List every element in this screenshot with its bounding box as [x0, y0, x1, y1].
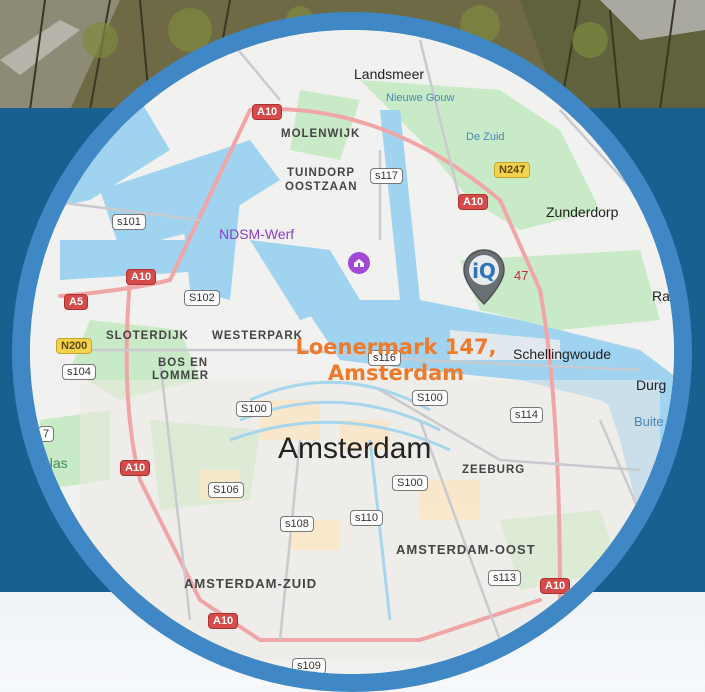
district-amsterdam-zuid: AMSTERDAM-ZUID [184, 576, 318, 591]
poi-ndsm-werf[interactable]: NDSM-Werf [219, 226, 294, 242]
marker-number: 47 [514, 268, 529, 283]
shield-a10: A10 [252, 104, 283, 120]
shield-s102: S102 [184, 290, 220, 306]
district-amsterdam-oost: AMSTERDAM-OOST [396, 542, 536, 557]
shield-s109: s109 [292, 658, 326, 674]
district-zeeburg: ZEEBURG [462, 464, 526, 476]
shield-s113: s113 [488, 570, 522, 586]
place-schellingwoude: Schellingwoude [513, 346, 612, 362]
place-amsterdam: Amsterdam [278, 432, 432, 465]
shield-a10: A10 [120, 460, 151, 476]
shield-s101: s101 [112, 214, 146, 230]
shield-s100: S100 [412, 390, 448, 406]
water-buite: Buite [634, 414, 664, 429]
shield-s114: s114 [510, 407, 544, 423]
monument-icon[interactable] [348, 252, 370, 274]
shield-s110: s110 [350, 510, 384, 526]
svg-text:iQ: iQ [472, 259, 496, 283]
place-durg: Durg [636, 377, 667, 393]
location-pin-icon[interactable]: iQ [462, 248, 506, 306]
shield-s100: S100 [392, 475, 428, 491]
water-nieuwe-gouw: Nieuwe Gouw [386, 92, 455, 104]
shield-a5: A5 [64, 294, 89, 310]
shield-a10: A10 [458, 194, 489, 210]
place-zunderdorp: Zunderdorp [546, 204, 619, 220]
district-sloterdijk: SLOTERDIJK [106, 330, 189, 342]
shield-n247: N247 [494, 162, 531, 178]
shield-7: 7 [38, 426, 55, 442]
district-bos-en: BOS EN [158, 357, 209, 369]
district-tuindorp: TUINDORP [287, 167, 356, 179]
shield-s104: s104 [62, 364, 96, 380]
water-de-zuid: De Zuid [466, 131, 505, 143]
district-molenwijk: MOLENWIJK [281, 128, 361, 140]
district-lommer: LOMMER [152, 370, 210, 382]
water-plas: plas [42, 455, 68, 471]
place-ra: Ra [652, 288, 670, 304]
map-viewport[interactable]: Landsmeer Nieuwe Gouw De Zuid MOLENWIJK … [30, 30, 674, 674]
address-label: Loenermark 147, Amsterdam [295, 335, 497, 385]
shield-n200: N200 [56, 338, 93, 354]
shield-a10: A10 [540, 578, 571, 594]
shield-s117: s117 [370, 168, 404, 184]
shield-a10: A10 [126, 269, 157, 285]
shield-s106: S106 [208, 482, 244, 498]
place-landsmeer: Landsmeer [354, 66, 425, 82]
shield-s108: s108 [280, 516, 314, 532]
shield-s100: S100 [236, 401, 272, 417]
shield-a10: A10 [208, 613, 239, 629]
district-oostzaan: OOSTZAAN [285, 181, 358, 193]
